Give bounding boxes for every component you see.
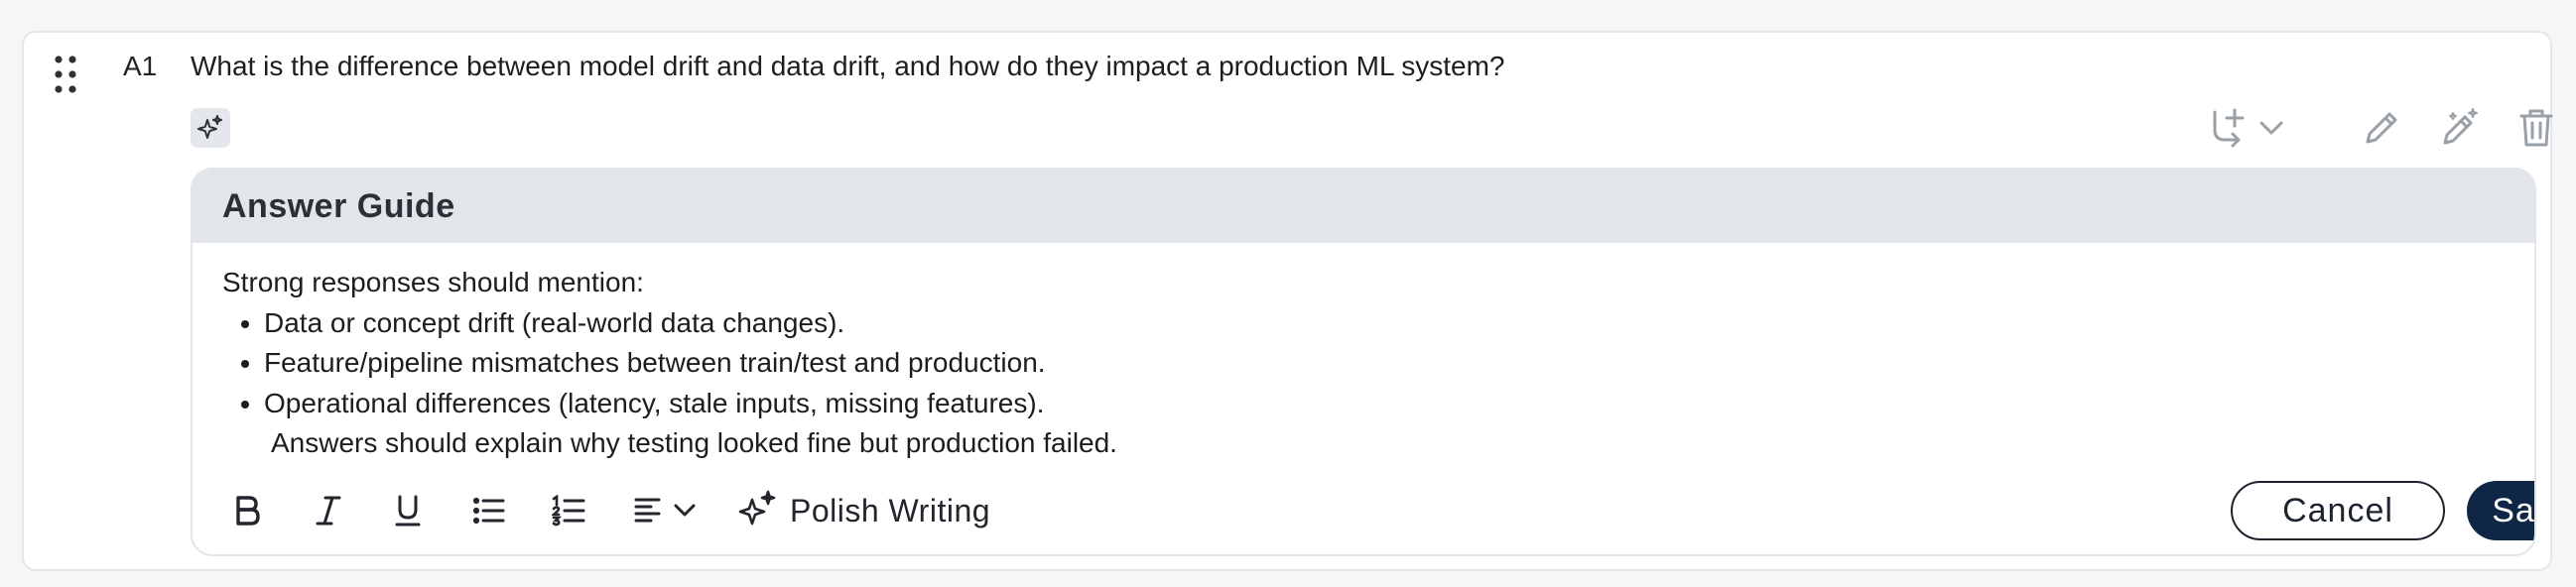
- list-item: Feature/pipeline mismatches between trai…: [264, 343, 1117, 384]
- bold-icon: [232, 494, 262, 528]
- italic-button[interactable]: [314, 485, 343, 536]
- ai-sparkle-badge[interactable]: [191, 108, 230, 148]
- pencil-icon: [2362, 108, 2401, 148]
- polish-writing-button[interactable]: Polish Writing: [738, 485, 990, 536]
- underline-button[interactable]: [393, 485, 423, 536]
- question-card: A1 What is the difference between model …: [22, 31, 2554, 571]
- answer-guide-panel: Answer Guide Strong responses should men…: [191, 168, 2536, 556]
- save-button[interactable]: Save: [2467, 481, 2534, 540]
- chevron-down-icon: [2258, 120, 2284, 136]
- magic-pencil-icon: [2439, 107, 2481, 149]
- answer-guide-editor[interactable]: Strong responses should mention: Data or…: [222, 263, 1117, 464]
- numbered-list-icon: [552, 495, 585, 527]
- sparkle-icon: [196, 114, 224, 142]
- bullet-list-icon: [472, 496, 506, 526]
- align-dropdown-button[interactable]: [633, 485, 697, 536]
- sparkle-icon: [738, 490, 778, 531]
- align-left-icon: [633, 496, 663, 526]
- trash-icon: [2518, 107, 2554, 149]
- chevron-down-icon: [673, 503, 697, 519]
- question-number: A1: [123, 51, 158, 81]
- edit-button[interactable]: [2362, 104, 2401, 152]
- ai-edit-button[interactable]: [2439, 104, 2481, 152]
- numbered-list-button[interactable]: [552, 485, 585, 536]
- branch-add-icon: [2209, 104, 2253, 152]
- answer-guide-title: Answer Guide: [193, 170, 2534, 243]
- list-item: Data or concept drift (real-world data c…: [264, 303, 1117, 344]
- italic-icon: [314, 494, 343, 528]
- list-item: Operational differences (latency, stale …: [264, 384, 1117, 424]
- drag-handle-icon[interactable]: [54, 55, 77, 94]
- underline-icon: [393, 494, 423, 528]
- answer-guide-continuation: Answers should explain why testing looke…: [271, 427, 1117, 458]
- answer-guide-list: Data or concept drift (real-world data c…: [222, 303, 1117, 424]
- polish-writing-label: Polish Writing: [790, 492, 991, 528]
- delete-button[interactable]: [2518, 104, 2554, 152]
- question-text: What is the difference between model dri…: [191, 51, 1505, 81]
- bullet-list-button[interactable]: [472, 485, 506, 536]
- bold-button[interactable]: [232, 485, 262, 536]
- editor-toolbar: Polish Writing Cancel Save: [222, 481, 2534, 540]
- branch-dropdown-button[interactable]: [2209, 104, 2284, 152]
- cancel-button[interactable]: Cancel: [2231, 481, 2445, 540]
- answer-guide-intro: Strong responses should mention:: [222, 267, 644, 297]
